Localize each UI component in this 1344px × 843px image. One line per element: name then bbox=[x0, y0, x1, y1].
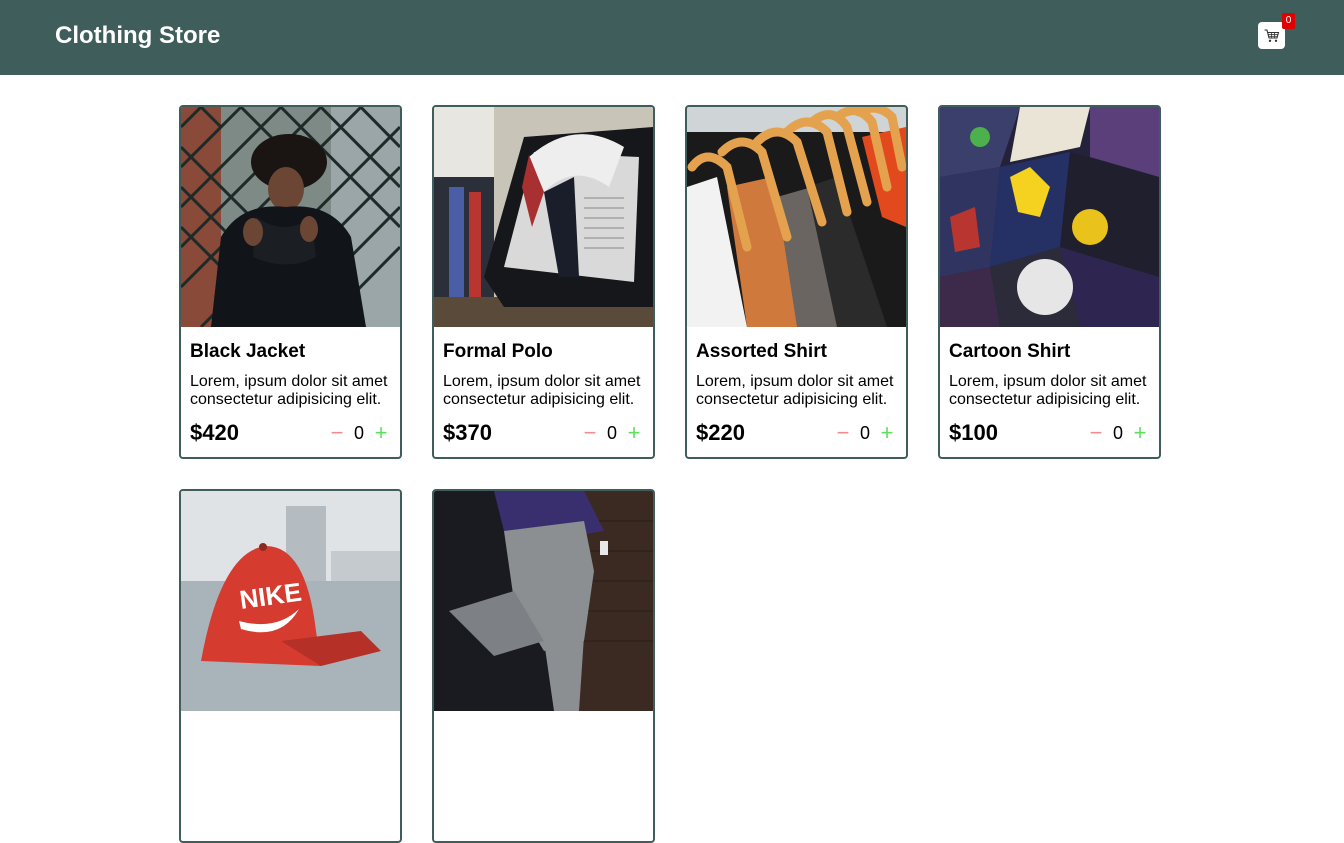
product-card: NIKE bbox=[179, 489, 402, 843]
product-image: NIKE bbox=[181, 491, 400, 711]
quantity-stepper: − 0 + bbox=[834, 422, 896, 444]
increment-button[interactable]: + bbox=[878, 422, 896, 444]
product-description: Lorem, ipsum dolor sit amet consectetur … bbox=[949, 373, 1147, 408]
product-description: Lorem, ipsum dolor sit amet consectetur … bbox=[443, 373, 641, 408]
quantity-value: 0 bbox=[606, 422, 617, 443]
product-description: Lorem, ipsum dolor sit amet consectetur … bbox=[190, 373, 388, 408]
product-price: $370 bbox=[443, 420, 492, 445]
product-image bbox=[940, 107, 1159, 327]
quantity-value: 0 bbox=[859, 422, 870, 443]
product-name: Assorted Shirt bbox=[696, 341, 827, 362]
product-image bbox=[181, 107, 400, 327]
product-image bbox=[434, 107, 653, 327]
decrement-button[interactable]: − bbox=[328, 422, 346, 444]
product-card: Cartoon Shirt Lorem, ipsum dolor sit ame… bbox=[938, 105, 1161, 459]
quantity-stepper: − 0 + bbox=[1087, 422, 1149, 444]
product-price: $420 bbox=[190, 420, 239, 445]
quantity-value: 0 bbox=[1112, 422, 1123, 443]
product-card: Assorted Shirt Lorem, ipsum dolor sit am… bbox=[685, 105, 908, 459]
quantity-stepper: − 0 + bbox=[581, 422, 643, 444]
increment-button[interactable]: + bbox=[625, 422, 643, 444]
product-card: Formal Polo Lorem, ipsum dolor sit amet … bbox=[432, 105, 655, 459]
product-description: Lorem, ipsum dolor sit amet consectetur … bbox=[696, 373, 894, 408]
cart-count-badge: 0 bbox=[1282, 13, 1295, 29]
product-card bbox=[432, 489, 655, 843]
quantity-value: 0 bbox=[353, 422, 364, 443]
product-price: $100 bbox=[949, 420, 998, 445]
cart-button[interactable] bbox=[1258, 22, 1285, 49]
increment-button[interactable]: + bbox=[1131, 422, 1149, 444]
decrement-button[interactable]: − bbox=[834, 422, 852, 444]
shopping-cart-icon bbox=[1264, 28, 1279, 42]
product-name: Formal Polo bbox=[443, 341, 553, 362]
product-image bbox=[687, 107, 906, 327]
quantity-stepper: − 0 + bbox=[328, 422, 390, 444]
decrement-button[interactable]: − bbox=[581, 422, 599, 444]
product-price: $220 bbox=[696, 420, 745, 445]
product-name: Black Jacket bbox=[190, 341, 306, 362]
product-image bbox=[434, 491, 653, 711]
increment-button[interactable]: + bbox=[372, 422, 390, 444]
store-title: Clothing Store bbox=[55, 22, 221, 49]
product-name: Cartoon Shirt bbox=[949, 341, 1071, 362]
top-navbar: Clothing Store bbox=[0, 0, 1344, 75]
product-card: Black Jacket Lorem, ipsum dolor sit amet… bbox=[179, 105, 402, 459]
decrement-button[interactable]: − bbox=[1087, 422, 1105, 444]
